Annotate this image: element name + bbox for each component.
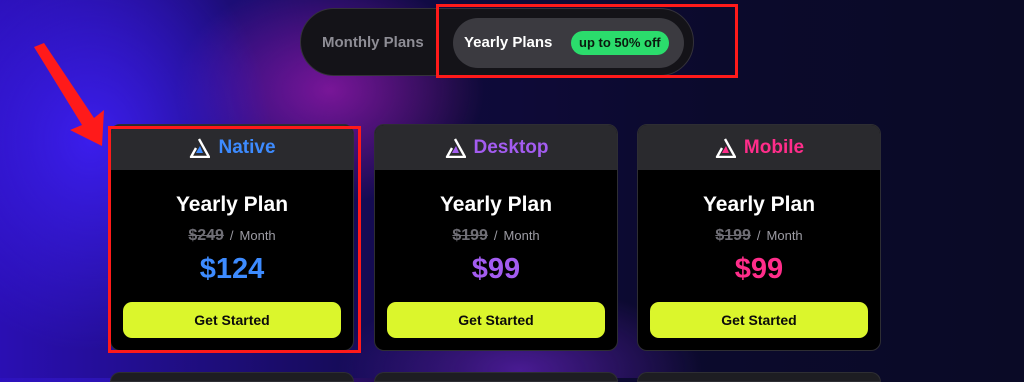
tab-yearly-plans-label: Yearly Plans [464, 34, 553, 51]
old-price: $199 [715, 227, 751, 244]
price-row: $199 / Month [375, 225, 617, 247]
card-plan-name: Yearly Plan [439, 193, 553, 216]
card-header: Desktop [375, 125, 617, 170]
card-plan-name: Yearly Plan [175, 193, 289, 216]
price-separator: / [493, 228, 498, 243]
price-period: Month [766, 228, 803, 243]
price-period: Month [239, 228, 276, 243]
app-logo-icon [190, 137, 211, 158]
price-separator: / [756, 228, 761, 243]
discount-badge: up to 50% off [571, 31, 669, 55]
price-row: $249 / Month [111, 225, 353, 247]
card-header: Native [111, 125, 353, 170]
next-card-edge [637, 372, 881, 382]
current-price: $99 [471, 253, 521, 285]
card-title: Mobile [743, 136, 805, 158]
pricing-card-mobile: Mobile Yearly Plan $199 / Month $99 Get St… [637, 124, 881, 351]
card-title: Desktop [473, 136, 549, 158]
price-period: Month [503, 228, 540, 243]
tab-yearly-plans[interactable]: Yearly Plans up to 50% off [453, 18, 684, 68]
card-title: Native [218, 136, 276, 158]
old-price: $199 [452, 227, 488, 244]
price-separator: / [229, 228, 234, 243]
get-started-button[interactable]: Get Started [650, 302, 868, 338]
app-logo-icon [715, 137, 736, 158]
current-price: $124 [199, 253, 265, 285]
pricing-card-native: Native Yearly Plan $249 / Month $124 Get S… [110, 124, 354, 351]
get-started-button[interactable]: Get Started [387, 302, 605, 338]
pricing-card-desktop: Desktop Yearly Plan $199 / Month $99 Get S… [374, 124, 618, 351]
tab-monthly-plans[interactable]: Monthly Plans [322, 9, 424, 77]
next-card-edge [110, 372, 354, 382]
app-logo-icon [445, 137, 466, 158]
price-row: $199 / Month [638, 225, 880, 247]
old-price: $249 [188, 227, 224, 244]
card-plan-name: Yearly Plan [702, 193, 816, 216]
plan-billing-toggle: Monthly Plans Yearly Plans up to 50% off [300, 8, 694, 76]
card-header: Mobile [638, 125, 880, 170]
get-started-button[interactable]: Get Started [123, 302, 341, 338]
current-price: $99 [734, 253, 784, 285]
next-card-edge [374, 372, 618, 382]
